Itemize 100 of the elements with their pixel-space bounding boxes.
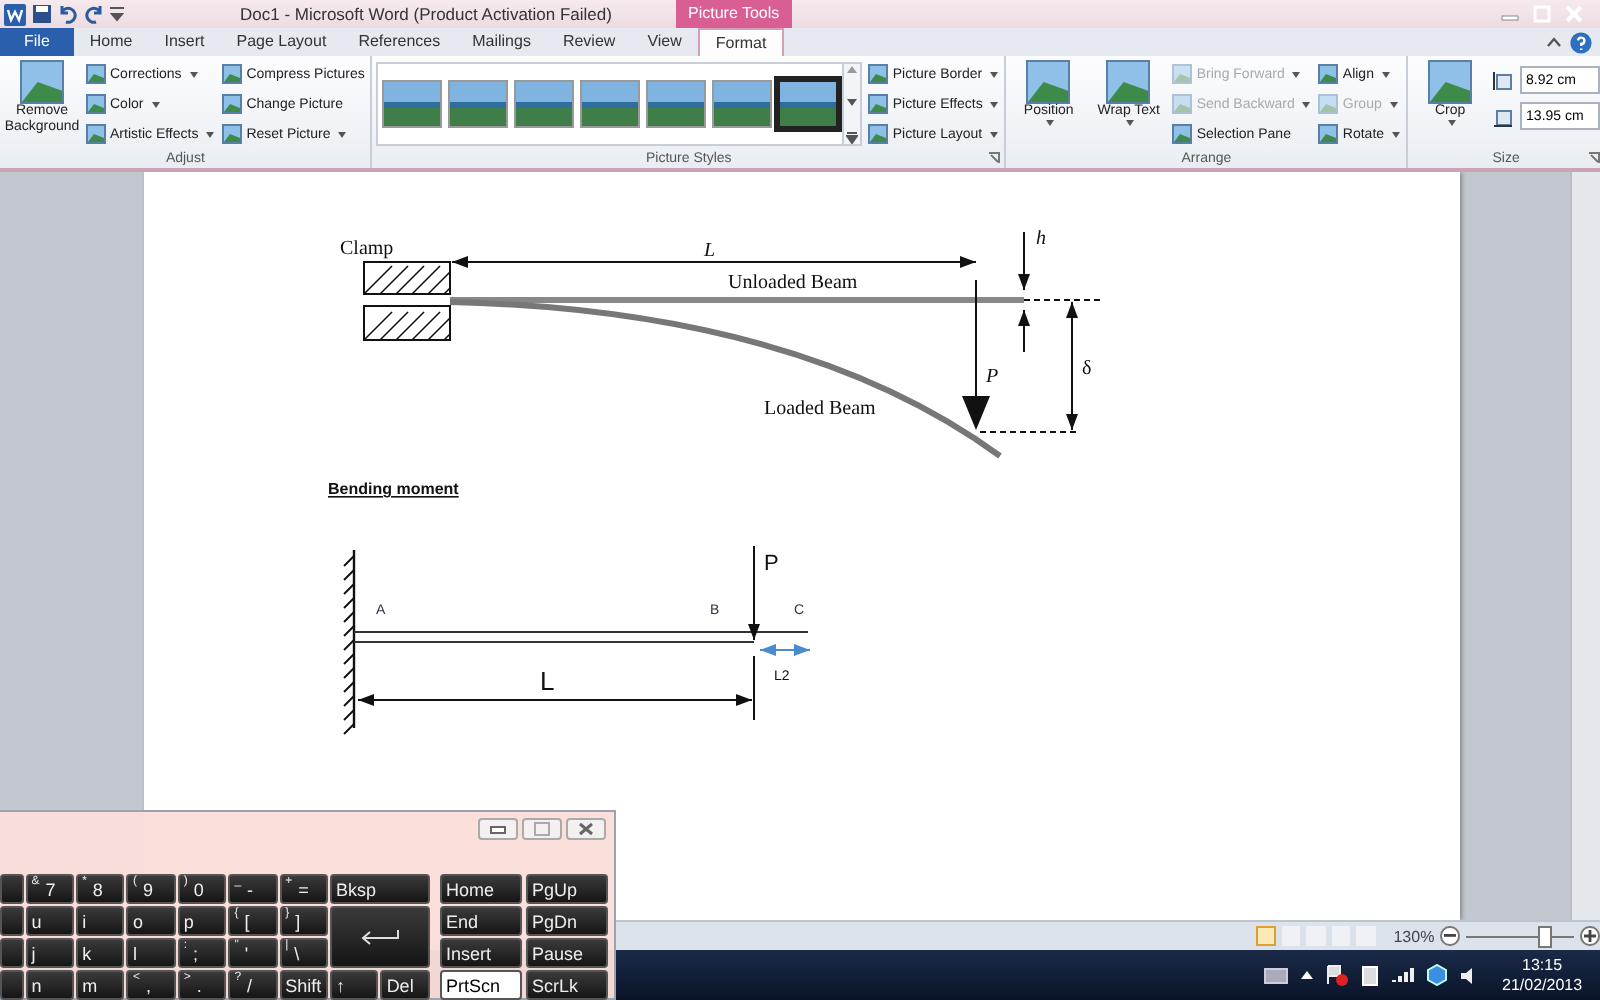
picture-icon [86, 124, 106, 144]
battery-icon[interactable] [1360, 964, 1380, 986]
keyboard-key[interactable]: p [177, 906, 227, 936]
signal-icon[interactable] [1392, 966, 1414, 984]
plus-icon [1584, 930, 1597, 942]
scroll-up-icon[interactable] [846, 64, 859, 74]
picture-icon [222, 94, 243, 114]
width-icon [1492, 105, 1515, 127]
load-label: P [764, 552, 779, 576]
ribbon-tab[interactable]: Insert [148, 28, 221, 56]
flag-icon[interactable] [1326, 964, 1348, 986]
length-label: L [704, 240, 716, 262]
keyboard-key[interactable] [329, 906, 430, 968]
picture-icon [1428, 60, 1473, 104]
clamp-drawing [363, 261, 451, 341]
loaded-beam-label: Loaded Beam [764, 398, 876, 420]
collapse-ribbon-icon[interactable] [1546, 36, 1562, 48]
deflection-label: δ [1082, 358, 1092, 380]
keyboard-key[interactable]: Home [440, 874, 522, 904]
customize-caret-icon[interactable] [110, 6, 124, 22]
maximize-icon [534, 822, 550, 836]
ribbon-tab[interactable]: Mailings [456, 28, 547, 56]
style-thumbnail[interactable] [384, 82, 441, 126]
keyboard-key[interactable]: Shift [279, 970, 328, 1000]
box-icon[interactable] [1426, 964, 1448, 986]
show-hidden-icons-icon[interactable] [1300, 970, 1314, 980]
ribbon-tab[interactable]: References [342, 28, 457, 56]
keyboard-key[interactable]: j [25, 938, 75, 968]
keyboard-key[interactable]: n [25, 970, 75, 1000]
redo-icon[interactable] [84, 4, 104, 24]
clamp-label: Clamp [340, 238, 394, 260]
slider-thumb[interactable] [1538, 925, 1553, 947]
zoom-out-button[interactable] [1440, 926, 1460, 946]
undo-icon[interactable] [58, 4, 78, 24]
style-thumbnail[interactable] [780, 82, 837, 126]
height-arrow [1018, 231, 1030, 353]
ribbon-tab[interactable]: Review [546, 28, 632, 56]
keyboard-key[interactable]: PrtScn [440, 970, 522, 1000]
keyboard-key[interactable]: o [126, 906, 176, 936]
style-thumbnail[interactable] [582, 82, 639, 126]
vertical-scrollbar[interactable] [1570, 172, 1600, 920]
ribbon-tab[interactable]: Page Layout [220, 28, 343, 56]
word-logo-icon [4, 3, 26, 25]
keyboard-key[interactable]: Insert [440, 938, 522, 968]
help-icon[interactable] [1570, 31, 1592, 53]
close-button[interactable] [566, 818, 606, 840]
dialog-launcher-icon[interactable] [1588, 152, 1600, 164]
clock-date: 21/02/2013 [1502, 975, 1583, 995]
save-icon[interactable] [32, 4, 52, 24]
keyboard-key[interactable]: i [76, 906, 125, 936]
clock-time: 13:15 [1522, 955, 1563, 975]
keyboard-key[interactable]: End [440, 906, 522, 936]
minimize-button[interactable] [478, 818, 518, 840]
unloaded-beam-label: Unloaded Beam [728, 272, 858, 294]
ribbon-tab[interactable]: Format [697, 28, 785, 56]
style-thumbnail[interactable] [516, 82, 573, 126]
speaker-icon[interactable] [1460, 965, 1478, 985]
keyboard-key[interactable]: Bksp [329, 874, 430, 904]
style-thumbnail[interactable] [450, 82, 507, 126]
minimize-icon [490, 825, 506, 833]
picture-icon [1106, 60, 1151, 104]
keyboard-key[interactable]: k [76, 938, 125, 968]
picture-icon [868, 64, 889, 84]
picture-icon [1172, 124, 1193, 144]
ribbon-tab[interactable]: View [631, 28, 698, 56]
zoom-slider[interactable] [1465, 925, 1575, 947]
keyboard-key[interactable]: ScrLk [526, 970, 608, 1000]
picture-icon [1172, 94, 1193, 114]
picture-icon [868, 124, 889, 144]
section-heading: Bending moment [328, 480, 459, 498]
picture-icon [20, 60, 64, 104]
enter-arrow-icon [359, 929, 400, 945]
length-label: L [540, 666, 555, 696]
style-thumbnail[interactable] [714, 82, 771, 126]
file-tab[interactable]: File [0, 28, 74, 56]
keyboard-key[interactable]: m [76, 970, 125, 1000]
keyboard-icon[interactable] [1264, 966, 1288, 984]
picture-icon [1026, 60, 1071, 104]
picture-icon [1318, 124, 1339, 144]
keyboard-key[interactable]: PgUp [526, 874, 608, 904]
keyboard-key[interactable]: Pause [526, 938, 608, 968]
ribbon-tab[interactable]: Home [73, 28, 149, 56]
keyboard-key[interactable]: ↑ [329, 970, 379, 1000]
keyboard-key[interactable]: PgDn [526, 906, 608, 936]
style-thumbnail[interactable] [648, 82, 705, 126]
picture-icon [86, 94, 106, 114]
keyboard-key[interactable]: Del [380, 970, 430, 1000]
picture-icon [86, 64, 106, 84]
dialog-launcher-icon[interactable] [988, 152, 1001, 164]
minus-icon [1443, 934, 1456, 938]
overhang-arrow [759, 644, 811, 656]
keyboard-key[interactable]: u [25, 906, 75, 936]
guide-line [979, 431, 1081, 433]
window-title: Doc1 - Microsoft Word (Product Activation Failed) [240, 4, 612, 24]
zoom-in-button[interactable] [1580, 926, 1600, 946]
scroll-down-icon[interactable] [846, 98, 859, 108]
deflection-arrow [1066, 301, 1078, 431]
keyboard-key[interactable]: l [126, 938, 176, 968]
more-styles-icon[interactable] [846, 132, 859, 144]
zoom-level: 130% [1393, 927, 1435, 945]
